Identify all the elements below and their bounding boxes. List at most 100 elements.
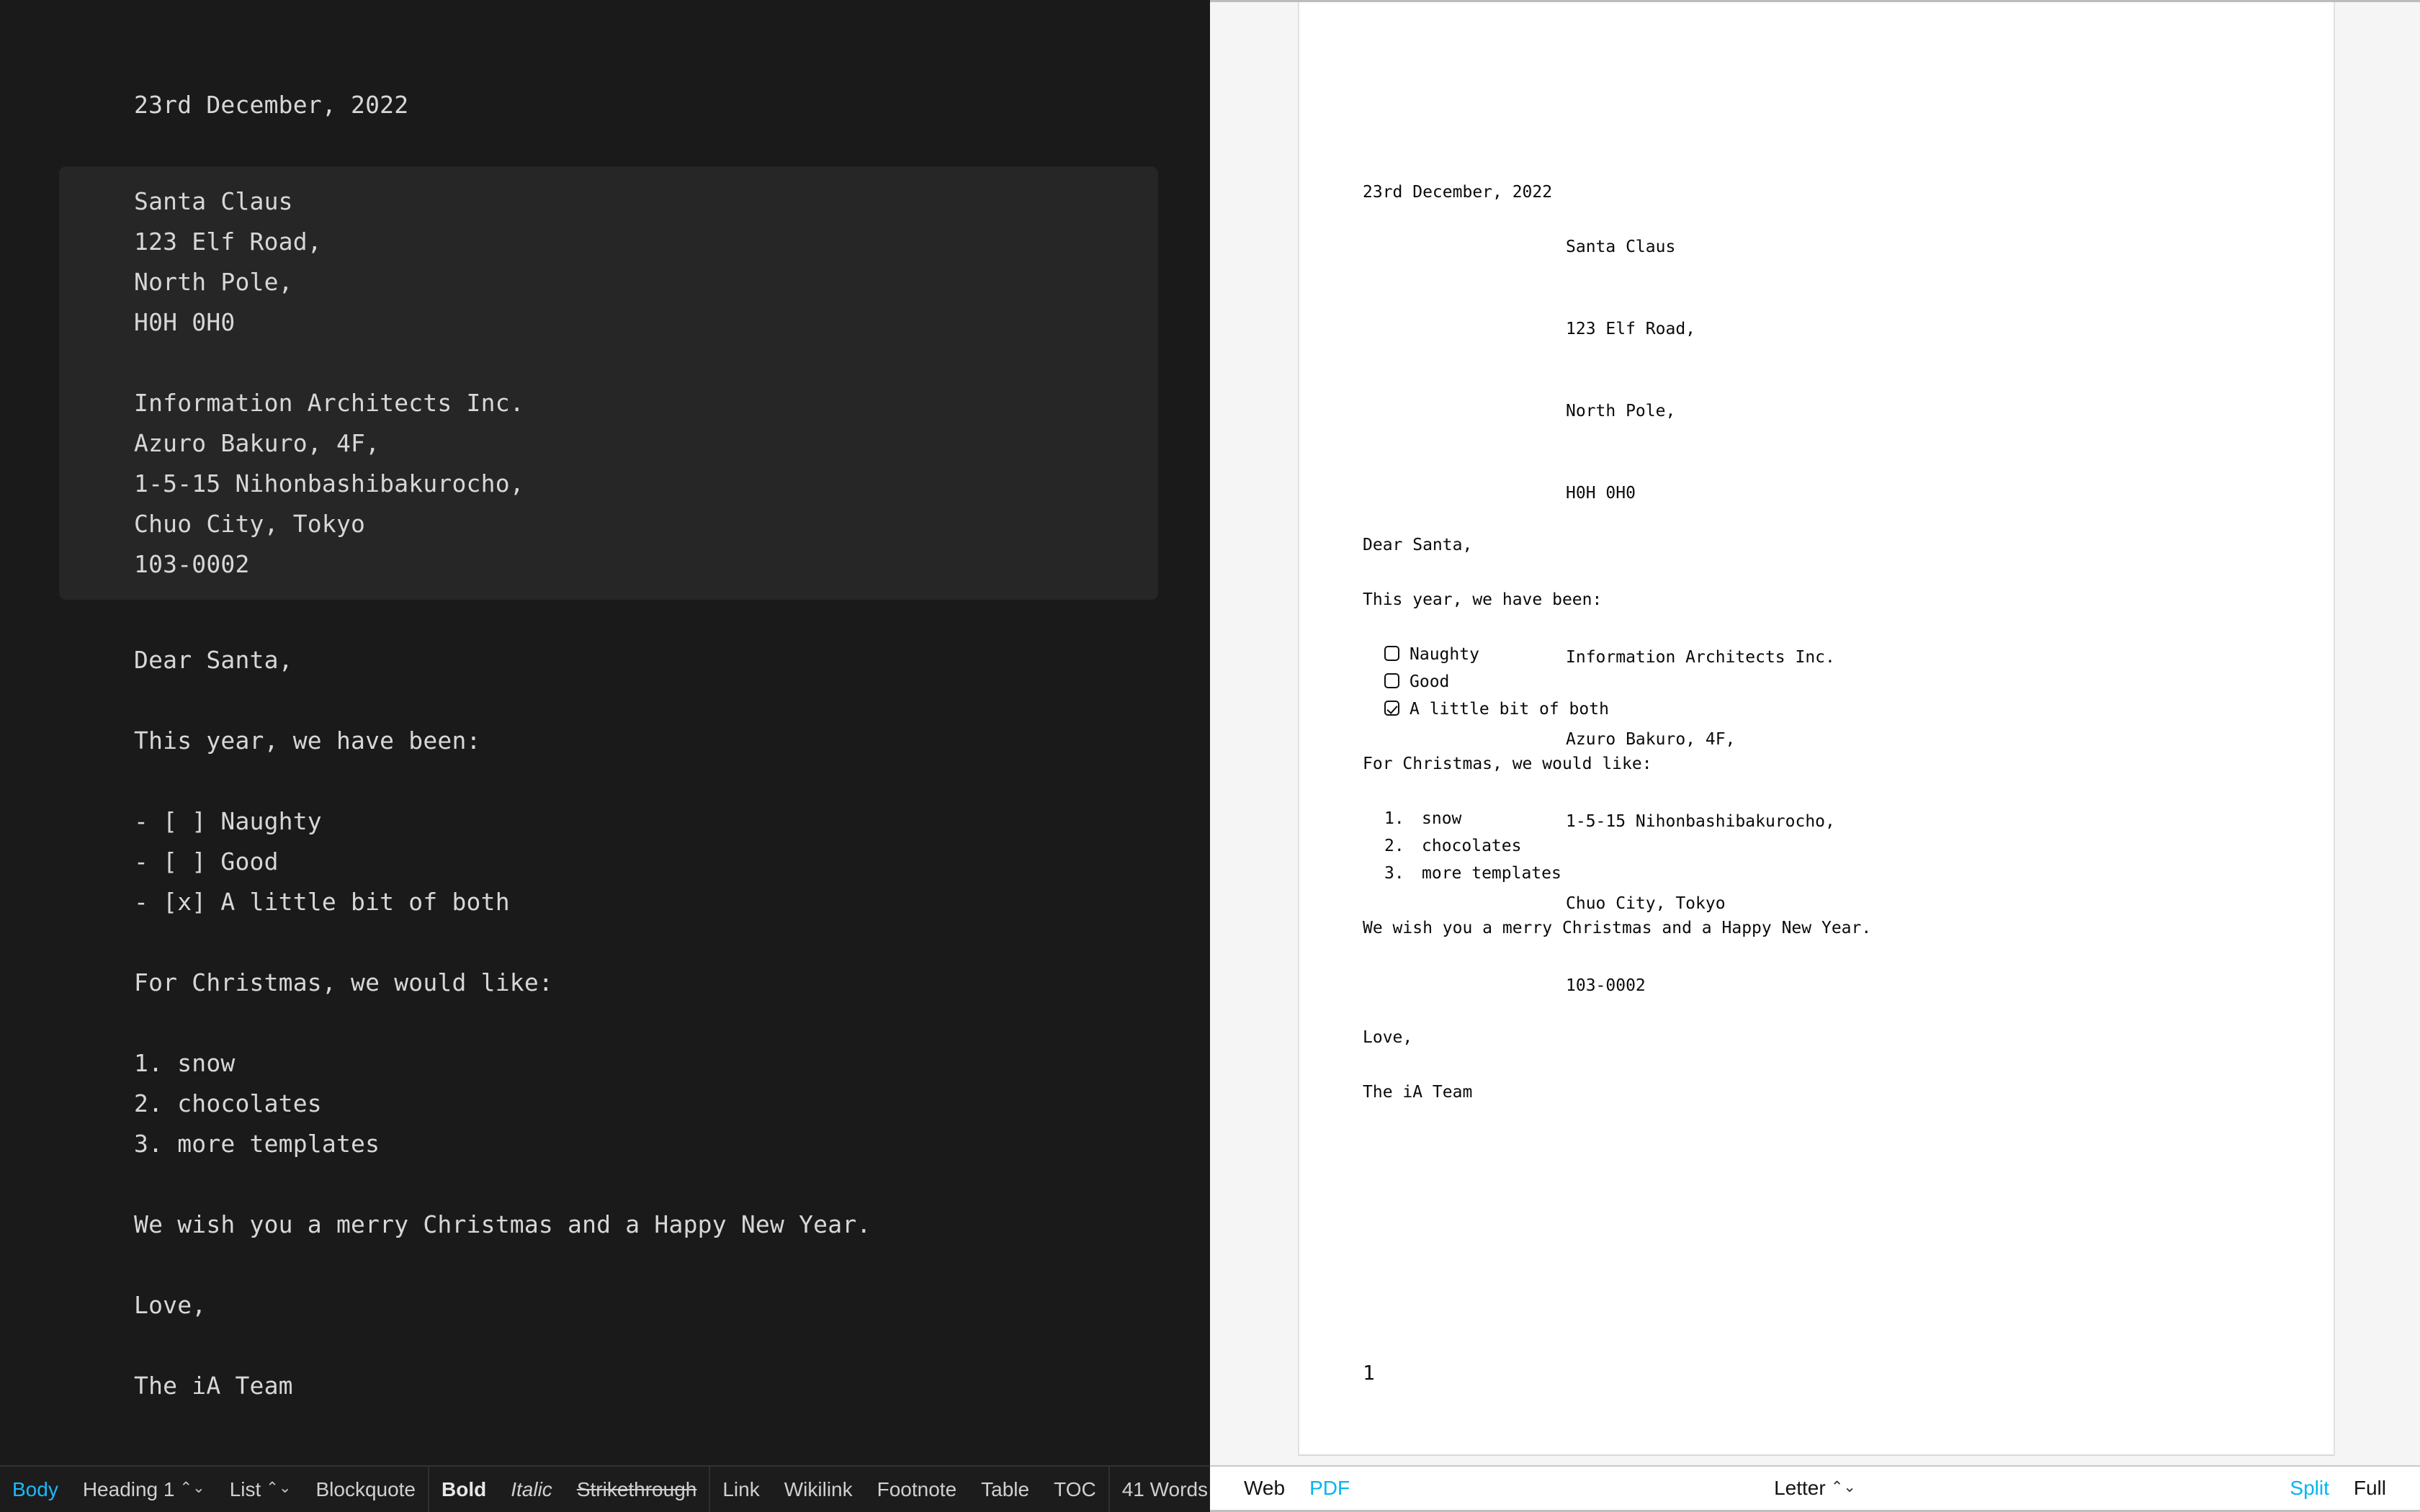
editor-code-line: Azuro Bakuro, 4F, — [134, 429, 380, 457]
preview-intro: This year, we have been: — [1363, 590, 1603, 609]
insert-link-button[interactable]: Link — [710, 1478, 771, 1501]
task-list-item[interactable]: Naughty — [1363, 641, 2270, 668]
preview-pdf-button[interactable]: PDF — [1297, 1477, 1362, 1500]
inline-format-group: Bold Italic Strikethrough — [429, 1466, 709, 1512]
letter-body: Dear Santa, This year, we have been: Nau… — [1363, 531, 2270, 1106]
view-full-label: Full — [2353, 1477, 2386, 1499]
letter-header: 23rd December, 2022 Santa Claus 123 Elf … — [1299, 2, 2334, 995]
editor-code-block[interactable]: Santa Claus 123 Elf Road, North Pole, H0… — [59, 166, 1158, 600]
paper-size-label: Letter — [1774, 1477, 1826, 1499]
pdf-preview-pane[interactable]: 23rd December, 2022 Santa Claus 123 Elf … — [1210, 0, 2420, 1465]
editor-body: Dear Santa, This year, we have been: - [… — [134, 640, 1080, 1406]
preview-mode-group: Web PDF — [1210, 1477, 1362, 1500]
format-italic-button[interactable]: Italic — [498, 1478, 565, 1501]
editor-blank-line — [134, 680, 1080, 721]
editor-code-line: 123 Elf Road, — [134, 228, 322, 256]
editor-blank-line — [134, 922, 1080, 963]
preview-date: 23rd December, 2022 — [1363, 183, 1553, 202]
list-label: more templates — [1422, 864, 1561, 883]
editor-line: Dear Santa, — [134, 646, 293, 674]
chevron-updown-icon[interactable]: ⌃⌄ — [266, 1480, 291, 1495]
editor-text-area[interactable]: 23rd December, 2022 Santa Claus 123 Elf … — [0, 0, 1210, 1406]
editor-line: - [ ] Good — [134, 847, 279, 876]
view-mode-group: Split Full — [2277, 1477, 2398, 1500]
address-line: 123 Elf Road, — [1566, 320, 1696, 338]
chevron-updown-icon[interactable]: ⌃⌄ — [1831, 1480, 1856, 1495]
view-full-button[interactable]: Full — [2341, 1477, 2398, 1500]
word-count-label: 41 Words — [1121, 1477, 1209, 1500]
editor-code-line: Information Architects Inc. — [134, 389, 524, 417]
editor-line: This year, we have been: — [134, 726, 481, 755]
editor-line: - [x] A little bit of both — [134, 888, 510, 916]
chevron-updown-icon[interactable]: ⌃⌄ — [179, 1480, 205, 1495]
format-list-button[interactable]: List ⌃⌄ — [218, 1478, 304, 1501]
editor-line: 3. more templates — [134, 1130, 380, 1158]
preview-web-label: Web — [1244, 1477, 1286, 1499]
paper-size-group: Letter ⌃⌄ — [1210, 1477, 2420, 1500]
ia-writer-window: 23rd December, 2022 Santa Claus 123 Elf … — [0, 0, 2420, 1512]
editor-code-blank — [134, 343, 1158, 383]
address-line: Santa Claus — [1566, 238, 1676, 256]
editor-blank-line — [134, 1164, 1080, 1205]
format-list-label: List — [229, 1477, 261, 1500]
editor-code-line: H0H 0H0 — [134, 308, 236, 336]
split-view: 23rd December, 2022 Santa Claus 123 Elf … — [0, 0, 2420, 1465]
editor-format-toolbar: Body Heading 1 ⌃⌄ List ⌃⌄ Blockquote Bol… — [0, 1465, 1238, 1512]
preview-closing-wish: We wish you a merry Christmas and a Happ… — [1363, 919, 1872, 937]
task-label: Naughty — [1410, 645, 1479, 664]
bottom-bars: Body Heading 1 ⌃⌄ List ⌃⌄ Blockquote Bol… — [0, 1465, 2420, 1512]
checkbox-unchecked-icon[interactable] — [1384, 646, 1399, 661]
format-blockquote-button[interactable]: Blockquote — [303, 1478, 428, 1501]
format-bold-button[interactable]: Bold — [429, 1478, 498, 1501]
block-format-group: Body Heading 1 ⌃⌄ List ⌃⌄ Blockquote — [0, 1466, 428, 1512]
editor-code-line: Chuo City, Tokyo — [134, 510, 366, 538]
format-body-button[interactable]: Body — [0, 1478, 71, 1501]
preview-web-button[interactable]: Web — [1232, 1477, 1297, 1500]
editor-blank-line — [134, 1326, 1080, 1366]
checkbox-unchecked-icon[interactable] — [1384, 673, 1399, 688]
insert-table-button[interactable]: Table — [969, 1478, 1041, 1501]
list-item: 1. snow — [1363, 805, 2270, 832]
list-number: 1. — [1384, 809, 1404, 828]
editor-line: Love, — [134, 1291, 207, 1319]
insert-toc-button[interactable]: TOC — [1041, 1478, 1108, 1501]
insert-toc-label: TOC — [1054, 1477, 1096, 1500]
markdown-editor-pane[interactable]: 23rd December, 2022 Santa Claus 123 Elf … — [0, 0, 1210, 1465]
editor-blank-line — [134, 1003, 1080, 1043]
format-strikethrough-label: Strikethrough — [576, 1477, 697, 1500]
editor-line: - [ ] Naughty — [134, 807, 322, 835]
format-heading-label: Heading 1 — [82, 1477, 175, 1500]
page-content: 23rd December, 2022 Santa Claus 123 Elf … — [1299, 2, 2334, 1454]
editor-code-line: Santa Claus — [134, 187, 293, 215]
format-strikethrough-button[interactable]: Strikethrough — [565, 1478, 709, 1501]
page-number: 1 — [1363, 1361, 1375, 1385]
paper-size-button[interactable]: Letter ⌃⌄ — [1762, 1477, 1868, 1500]
insert-link-label: Link — [722, 1477, 760, 1500]
preview-toolbar: Web PDF Letter ⌃⌄ Split Full — [1210, 1465, 2420, 1512]
list-item: 2. chocolates — [1363, 832, 2270, 860]
editor-code-line: 103-0002 — [134, 550, 250, 578]
task-list-item[interactable]: A little bit of both — [1363, 696, 2270, 723]
editor-line: We wish you a merry Christmas and a Happ… — [134, 1210, 871, 1238]
checkbox-checked-icon[interactable] — [1384, 701, 1399, 716]
preview-pdf-label: PDF — [1309, 1477, 1350, 1499]
view-split-button[interactable]: Split — [2277, 1477, 2341, 1500]
task-list-item[interactable]: Good — [1363, 668, 2270, 696]
format-italic-label: Italic — [511, 1477, 552, 1500]
task-label: A little bit of both — [1410, 700, 1609, 719]
preview-wishlist: 1. snow 2. chocolates 3. more templates — [1363, 805, 2270, 887]
task-label: Good — [1410, 672, 1450, 691]
insert-footnote-button[interactable]: Footnote — [865, 1478, 969, 1501]
preview-salutation: Dear Santa, — [1363, 536, 1473, 554]
view-split-label: Split — [2290, 1477, 2329, 1499]
insert-table-label: Table — [981, 1477, 1030, 1500]
preview-wishlist-intro: For Christmas, we would like: — [1363, 755, 1652, 773]
format-heading-button[interactable]: Heading 1 ⌃⌄ — [71, 1478, 218, 1501]
page-sheet: 23rd December, 2022 Santa Claus 123 Elf … — [1298, 2, 2335, 1456]
address-line: North Pole, — [1566, 402, 1676, 420]
insert-footnote-label: Footnote — [877, 1477, 957, 1500]
insert-wikilink-button[interactable]: Wikilink — [772, 1478, 865, 1501]
editor-line: 2. chocolates — [134, 1089, 322, 1117]
editor-line: For Christmas, we would like: — [134, 968, 553, 996]
list-label: snow — [1422, 809, 1462, 828]
